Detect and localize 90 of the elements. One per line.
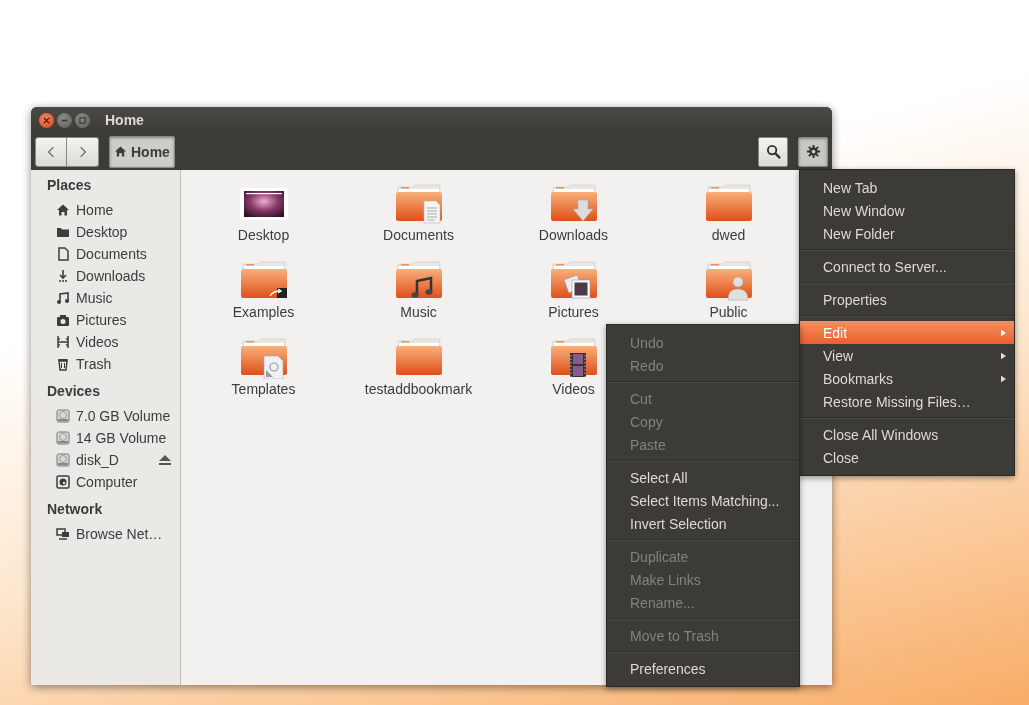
- window-title: Home: [105, 112, 144, 128]
- settings-button[interactable]: [798, 136, 828, 167]
- menu-item[interactable]: Close: [800, 446, 1014, 469]
- sidebar-item[interactable]: Documents: [31, 241, 180, 266]
- minimize-button[interactable]: [57, 112, 72, 128]
- sidebar-item[interactable]: Browse Net…: [31, 521, 180, 546]
- network-icon: [56, 526, 70, 541]
- menu-item-label: Edit: [823, 324, 848, 341]
- sidebar-item[interactable]: Home: [31, 197, 180, 222]
- menu-item[interactable]: New Window: [800, 199, 1014, 222]
- back-button[interactable]: [35, 136, 67, 167]
- menu-item[interactable]: Properties: [800, 288, 1014, 311]
- submenu-arrow-icon: [1001, 351, 1006, 360]
- menu-item[interactable]: Invert Selection: [607, 512, 799, 535]
- menu-item-label: Properties: [823, 291, 887, 308]
- drive-icon: [56, 430, 70, 445]
- menu-item[interactable]: New Folder: [800, 222, 1014, 245]
- home-icon: [114, 145, 127, 158]
- search-icon: [765, 144, 781, 159]
- document-folder-icon: [394, 183, 443, 225]
- menu-item-label: New Folder: [823, 225, 895, 242]
- menu-item-label: Connect to Server...: [823, 258, 947, 275]
- menu-item[interactable]: New Tab: [800, 176, 1014, 199]
- file-name[interactable]: Examples: [232, 304, 295, 320]
- sidebar-item[interactable]: Downloads: [31, 263, 180, 288]
- sidebar-item[interactable]: Pictures: [31, 307, 180, 332]
- template-folder-icon: [239, 337, 288, 379]
- menu-item[interactable]: Select Items Matching...: [607, 489, 799, 512]
- file-name[interactable]: Pictures: [548, 304, 599, 320]
- music-note-icon: [56, 290, 70, 305]
- menu-item[interactable]: View: [800, 344, 1014, 367]
- menu-item[interactable]: Restore Missing Files…: [800, 390, 1014, 413]
- home-icon: [56, 202, 70, 217]
- file-name[interactable]: Public: [709, 304, 748, 320]
- menu-item-label: View: [823, 347, 854, 364]
- settings-icon: [805, 144, 821, 159]
- file-name[interactable]: testaddbookmark: [364, 381, 473, 397]
- menu-item-label: Restore Missing Files…: [823, 393, 971, 410]
- sidebar-heading: Devices: [46, 382, 101, 400]
- file-name[interactable]: Videos: [552, 381, 595, 397]
- maximize-button[interactable]: [75, 112, 90, 128]
- menu-item-label: Bookmarks: [823, 370, 894, 387]
- close-button[interactable]: [39, 112, 54, 128]
- sidebar-item[interactable]: 14 GB Volume: [31, 425, 180, 450]
- forward-button[interactable]: [67, 136, 99, 167]
- menu-item-label: Close: [823, 449, 859, 466]
- trash-icon: [56, 356, 70, 371]
- submenu-arrow-icon: [1001, 328, 1006, 337]
- path-button[interactable]: Home: [109, 135, 175, 168]
- forward-icon: [78, 145, 87, 158]
- menu-item[interactable]: Connect to Server...: [800, 255, 1014, 278]
- file-name[interactable]: Documents: [383, 227, 454, 243]
- maximize-icon: [79, 116, 86, 124]
- sidebar-item[interactable]: 7.0 GB Volume: [31, 403, 180, 428]
- picture-folder-icon: [549, 260, 598, 302]
- file-name[interactable]: Music: [400, 304, 437, 320]
- file-name[interactable]: Desktop: [237, 227, 290, 243]
- file-name[interactable]: dwed: [711, 227, 746, 243]
- menu-item[interactable]: Bookmarks: [800, 367, 1014, 390]
- menu-item[interactable]: Close All Windows: [800, 423, 1014, 446]
- menu-item-label: New Tab: [823, 179, 878, 196]
- sidebar-heading: Network: [46, 500, 104, 518]
- menu-item-label: Close All Windows: [823, 426, 939, 443]
- film-icon: [56, 334, 70, 349]
- file-name[interactable]: Downloads: [538, 227, 609, 243]
- sidebar-item[interactable]: Desktop: [31, 219, 180, 244]
- menu-item[interactable]: Preferences: [607, 657, 799, 680]
- download-icon: [56, 268, 70, 283]
- close-icon: [43, 116, 50, 124]
- wallpaper-thumbnail-icon: [239, 188, 288, 220]
- back-icon: [47, 145, 55, 158]
- camera-icon: [56, 312, 70, 327]
- person-folder-icon: [704, 260, 753, 302]
- sidebar-item[interactable]: Computer: [31, 469, 180, 494]
- sidebar-item[interactable]: Trash: [31, 351, 180, 376]
- menu-item[interactable]: Select All: [607, 466, 799, 489]
- file-name[interactable]: Templates: [231, 381, 296, 397]
- eject-icon[interactable]: [158, 453, 172, 466]
- sidebar-item[interactable]: Music: [31, 285, 180, 310]
- drive-icon: [56, 452, 70, 467]
- sidebar-item[interactable]: Videos: [31, 329, 180, 354]
- sidebar-heading: Places: [46, 176, 93, 194]
- document-icon: [56, 246, 70, 261]
- drive-icon: [56, 408, 70, 423]
- computer-icon: [56, 474, 70, 489]
- film-folder-icon: [549, 337, 598, 379]
- submenu-arrow-icon: [1001, 374, 1006, 383]
- sidebar-item[interactable]: disk_D: [31, 447, 180, 472]
- menu-item-label: New Window: [823, 202, 905, 219]
- search-button[interactable]: [758, 136, 788, 167]
